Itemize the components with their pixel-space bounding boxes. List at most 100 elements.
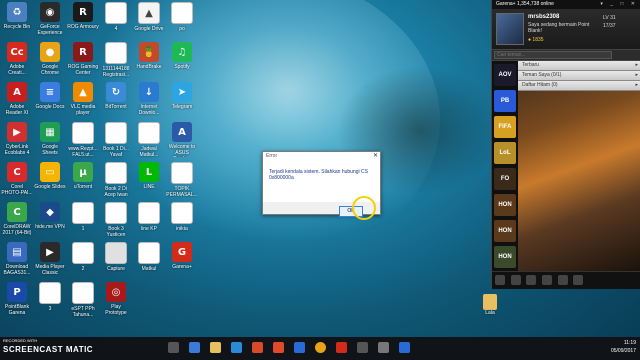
toolbar-button[interactable] bbox=[526, 275, 537, 285]
hon-icon[interactable]: HON bbox=[494, 246, 516, 268]
hon-icon[interactable]: HON bbox=[494, 194, 516, 216]
desktop-icon[interactable]: 3 bbox=[34, 282, 66, 312]
desktop-icon[interactable]: ▲ Google Drive bbox=[133, 2, 165, 32]
desktop-icon[interactable]: ↻ BitTorrent bbox=[100, 82, 132, 110]
level-info: LV 31 17/37 bbox=[603, 14, 616, 30]
desktop-icon[interactable]: Book 2 Di Acep Iwan bbox=[100, 162, 132, 198]
document-icon bbox=[72, 122, 94, 144]
desktop-icon[interactable]: Capture bbox=[100, 242, 132, 272]
desktop-icon[interactable]: 1311144188 Registrasi... bbox=[100, 42, 132, 78]
desktop-icon[interactable]: 2 bbox=[67, 242, 99, 272]
desktop-icon[interactable]: G Garena+ bbox=[166, 242, 198, 270]
desktop-icon[interactable]: ▲ VLC media player bbox=[67, 82, 99, 116]
settings-icon[interactable] bbox=[378, 342, 389, 353]
aov-icon[interactable]: AOV bbox=[494, 64, 516, 86]
handbrake-icon: 🍍 bbox=[139, 42, 159, 62]
desktop-icon[interactable]: ▶ Media Player Classic bbox=[34, 242, 66, 276]
file-explorer-icon[interactable] bbox=[210, 342, 221, 353]
friend-group-header[interactable]: Daftar Hitam (0) ▸ bbox=[518, 81, 640, 91]
desktop-icon[interactable]: www.Rezpt... FAL5.ut... bbox=[67, 122, 99, 158]
friend-group-header[interactable]: Terbaru ▸ bbox=[518, 61, 640, 71]
taskbar-app-icon[interactable] bbox=[294, 342, 305, 353]
desktop-icon[interactable]: ● Google Chrome bbox=[34, 42, 66, 76]
desktop-icon[interactable]: L LINE bbox=[133, 162, 165, 190]
lol-icon[interactable]: LoL bbox=[494, 142, 516, 164]
desktop-icon[interactable]: ◎ Play Prototype bbox=[100, 282, 132, 316]
desktop-icon[interactable]: Cc Adobe Creati... bbox=[1, 42, 33, 76]
desktop-icon[interactable]: Jadwal Matkul... bbox=[133, 122, 165, 158]
friend-group-header[interactable]: Teman Saya (0/1) ▸ bbox=[518, 71, 640, 81]
desktop-icon[interactable]: ♻ Recycle Bin bbox=[1, 2, 33, 30]
desktop-icon[interactable]: 1 bbox=[67, 202, 99, 232]
desktop-icon[interactable]: ↓ Internet Downlo... bbox=[133, 82, 165, 116]
desktop-icon[interactable]: ➤ Telegram bbox=[166, 82, 198, 110]
dialog-titlebar[interactable]: Error ✕ bbox=[263, 152, 380, 161]
toolbar-button[interactable] bbox=[573, 275, 584, 285]
taskbar-app-icon[interactable] bbox=[252, 342, 263, 353]
desktop-icon[interactable]: ▭ Google Slides bbox=[34, 162, 66, 190]
document-icon bbox=[105, 122, 127, 144]
desktop-icon[interactable]: 4 bbox=[100, 2, 132, 32]
desktop-icon[interactable]: C Corel PHOTO-PAI... bbox=[1, 162, 33, 196]
window-controls[interactable]: ▾ _ □ ✕ bbox=[600, 0, 638, 9]
document-icon bbox=[138, 202, 160, 224]
chrome-icon[interactable] bbox=[315, 342, 326, 353]
desktop-icon[interactable]: po bbox=[166, 2, 198, 32]
fo-icon[interactable]: FO bbox=[494, 168, 516, 190]
shells-count: ● 1835 bbox=[528, 37, 544, 43]
icon-label: po bbox=[179, 26, 185, 32]
desktop-icon[interactable]: 🍍 HandBrake bbox=[133, 42, 165, 70]
taskbar-app-icon[interactable] bbox=[357, 342, 368, 353]
desktop-icon-lala[interactable]: Lala bbox=[479, 294, 501, 316]
icon-label: Google Drive bbox=[134, 26, 164, 32]
search-input[interactable] bbox=[494, 51, 612, 59]
store-icon[interactable] bbox=[231, 342, 242, 353]
desktop-icon[interactable]: Book 3 Yusticen bbox=[100, 202, 132, 238]
status-message[interactable]: Saya sedang bermain Point Blank! bbox=[528, 22, 598, 34]
group-label: Daftar Hitam (0) bbox=[522, 82, 558, 88]
desktop-icon[interactable]: ▤ Download BAGAS31... bbox=[1, 242, 33, 276]
desktop-icon[interactable]: ◆ hide.me VPN bbox=[34, 202, 66, 230]
desktop-icon[interactable]: Book 1 Di... Yavaf bbox=[100, 122, 132, 158]
icon-label: ROG Armoury bbox=[67, 24, 99, 30]
fifa-icon[interactable]: FIFA bbox=[494, 116, 516, 138]
desktop-icon[interactable]: A Welcome to ASUS Produ... bbox=[166, 122, 198, 157]
desktop-icon[interactable]: P PointBlank Garena bbox=[1, 282, 33, 316]
desktop-icon[interactable]: Matkul bbox=[133, 242, 165, 272]
desktop-icon[interactable]: ▦ Google Sheets bbox=[34, 122, 66, 156]
icon-label: GeForce Experience bbox=[37, 24, 63, 36]
avatar[interactable] bbox=[496, 13, 524, 45]
icon-label: TOPIK PERMASAL... bbox=[166, 186, 198, 198]
toolbar-button[interactable] bbox=[495, 275, 505, 285]
desktop-icon[interactable]: ▶ CyberLink Ecoblabs 4 bbox=[1, 122, 33, 156]
garena-titlebar[interactable]: Garena+ 1,354,738 online ▾ _ □ ✕ bbox=[492, 0, 640, 9]
desktop-icon[interactable]: C CorelDRAW 2017 (64-Bit) bbox=[1, 202, 33, 236]
toolbar-button[interactable] bbox=[542, 275, 553, 285]
taskbar-app-icon[interactable] bbox=[273, 342, 284, 353]
desktop-icon[interactable]: µ uTorrent bbox=[67, 162, 99, 190]
task-view-icon[interactable] bbox=[168, 342, 179, 353]
close-icon[interactable]: ✕ bbox=[373, 152, 378, 161]
toolbar-button[interactable] bbox=[557, 275, 568, 285]
icon-label: VLC media player bbox=[70, 104, 96, 116]
desktop-icon[interactable]: ♫ Spotify bbox=[166, 42, 198, 70]
edge-icon[interactable] bbox=[189, 342, 200, 353]
taskbar-app-icon[interactable] bbox=[399, 342, 410, 353]
garena-icon[interactable] bbox=[336, 342, 347, 353]
desktop-icon[interactable]: ≡ Google Docs bbox=[34, 82, 66, 110]
desktop-icon[interactable]: R ROG Armoury bbox=[67, 2, 99, 30]
desktop-icon[interactable]: R ROG Gaming Center bbox=[67, 42, 99, 76]
hon-icon[interactable]: HON bbox=[494, 220, 516, 242]
google-sheets-icon: ▦ bbox=[40, 122, 60, 142]
desktop-icon[interactable]: ◉ GeForce Experience bbox=[34, 2, 66, 36]
icon-label: LINE bbox=[143, 184, 155, 190]
system-clock[interactable]: 11:19 05/09/2017 bbox=[611, 339, 636, 355]
desktop-icon[interactable]: inikta bbox=[166, 202, 198, 232]
pointblank-game-icon[interactable]: PB bbox=[494, 90, 516, 112]
desktop-icon[interactable]: line KP bbox=[133, 202, 165, 232]
desktop-icon[interactable]: TOPIK PERMASAL... bbox=[166, 162, 198, 198]
desktop-icon[interactable]: A Adobe Reader XI bbox=[1, 82, 33, 116]
desktop-icon[interactable]: eSPT PPh Tahuna... bbox=[67, 282, 99, 318]
icon-label: Book 1 Di... Yavaf bbox=[103, 146, 129, 158]
toolbar-button[interactable] bbox=[510, 275, 521, 285]
